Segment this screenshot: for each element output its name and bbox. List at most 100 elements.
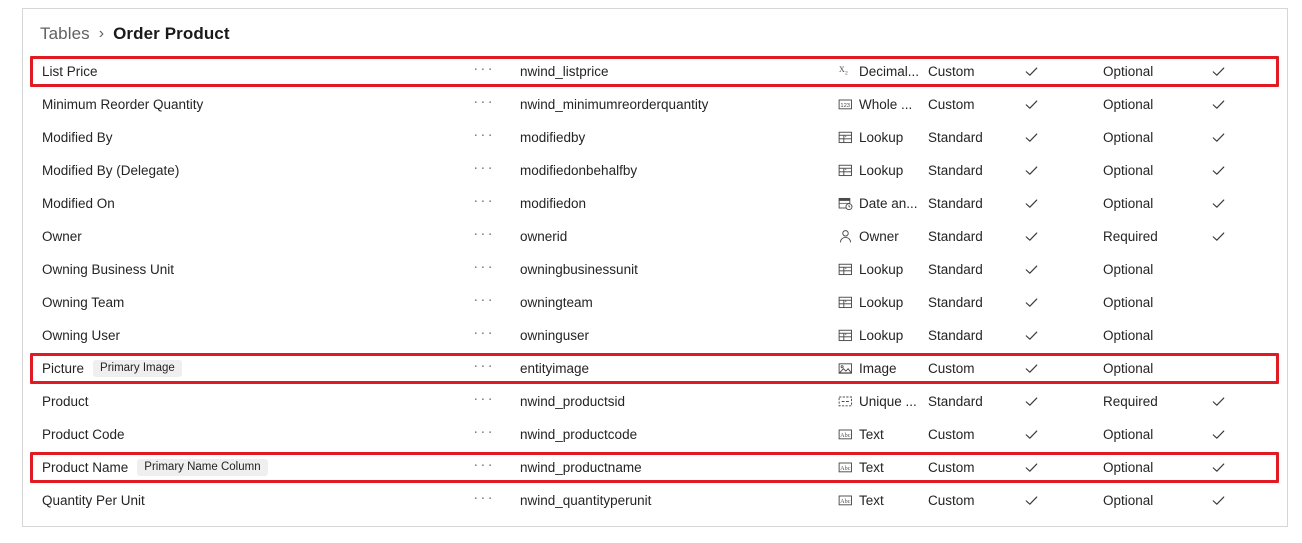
cell-searchable [1200, 262, 1260, 277]
checkmark-icon [1024, 295, 1039, 310]
cell-display-name[interactable]: Owning Business Unit [23, 262, 448, 277]
cell-display-name[interactable]: Product [23, 394, 448, 409]
cell-logical-name: entityimage [520, 361, 838, 376]
cell-display-name[interactable]: Quantity Per Unit [23, 493, 448, 508]
more-horizontal-icon: ··· [473, 291, 495, 308]
column-data-type-label: Whole ... [859, 97, 913, 112]
cell-display-name[interactable]: Owning Team [23, 295, 448, 310]
cell-display-name[interactable]: Modified By (Delegate) [23, 163, 448, 178]
cell-type: Custom [928, 97, 1013, 112]
table-row[interactable]: Product Code ··· nwind_productcode Abc Text C… [23, 418, 1287, 451]
cell-customizable [1013, 130, 1103, 145]
column-data-type-label: Text [859, 460, 884, 475]
cell-data-type: Abc Text [838, 460, 928, 475]
column-logical-name: modifiedon [520, 196, 587, 211]
row-more-options-button[interactable]: ··· [448, 291, 520, 310]
row-more-options-button[interactable]: ··· [448, 258, 520, 277]
row-more-options-button[interactable]: ··· [448, 226, 520, 244]
cell-type: Standard [928, 163, 1013, 178]
cell-display-name[interactable]: Picture Primary Image [23, 359, 448, 378]
row-more-options-button[interactable]: ··· [448, 325, 520, 343]
column-required-label: Optional [1103, 97, 1154, 112]
cell-required-level: Required [1103, 229, 1200, 244]
lookup-icon: * [838, 295, 853, 310]
cell-data-type: * Lookup [838, 130, 928, 145]
cell-type: Custom [928, 64, 1013, 79]
table-row[interactable]: Owner ··· ownerid Owner Standard Required [23, 220, 1287, 253]
column-display-name: Quantity Per Unit [42, 493, 145, 508]
cell-data-type: Abc Text [838, 493, 928, 508]
row-more-options-button[interactable]: ··· [448, 127, 520, 145]
cell-display-name[interactable]: Owner [23, 229, 448, 244]
column-data-type-label: Decimal... [859, 64, 920, 79]
more-horizontal-icon: ··· [473, 423, 495, 440]
row-more-options-button[interactable]: ··· [448, 390, 520, 409]
column-logical-name: nwind_listprice [520, 64, 609, 79]
more-horizontal-icon: ··· [473, 93, 495, 110]
row-more-options-button[interactable]: ··· [448, 193, 520, 211]
column-data-type-label: Date an... [859, 196, 918, 211]
cell-display-name[interactable]: Product Code [23, 427, 448, 442]
cell-customizable [1013, 163, 1103, 178]
column-data-type-label: Unique ... [859, 394, 917, 409]
cell-type: Standard [928, 130, 1013, 145]
cell-required-level: Optional [1103, 262, 1200, 277]
cell-display-name[interactable]: Modified By [23, 130, 448, 145]
cell-display-name[interactable]: Modified On [23, 196, 448, 211]
table-row[interactable]: Modified By (Delegate) ··· modifiedonbehal… [23, 154, 1287, 187]
cell-type: Custom [928, 493, 1013, 508]
more-horizontal-icon: ··· [473, 456, 495, 473]
row-more-options-button[interactable]: ··· [448, 160, 520, 178]
table-row[interactable]: Product Name Primary Name Column ··· nwind_… [23, 451, 1287, 484]
table-row[interactable]: Owning Team ··· owningteam * Lookup Standard O… [23, 286, 1287, 319]
cell-searchable [1200, 394, 1260, 409]
column-type-label: Standard [928, 130, 983, 145]
table-row[interactable]: Quantity Per Unit ··· nwind_quantityperuni… [23, 484, 1287, 517]
cell-logical-name: nwind_listprice [520, 64, 838, 79]
text-icon: Abc [838, 460, 853, 475]
table-row[interactable]: Modified On ··· modifiedon Date an... Standa… [23, 187, 1287, 220]
more-horizontal-icon: ··· [473, 357, 495, 374]
table-row[interactable]: Owning User ··· owninguser * Lookup Standard O… [23, 319, 1287, 352]
table-row[interactable]: Picture Primary Image ··· entityimage Image C… [23, 352, 1287, 385]
cell-searchable [1200, 97, 1260, 112]
column-type-label: Standard [928, 295, 983, 310]
breadcrumb-separator-icon: › [98, 25, 105, 42]
breadcrumb-item-tables[interactable]: Tables [40, 24, 90, 44]
checkmark-icon [1211, 460, 1226, 475]
table-row[interactable]: Modified By ··· modifiedby * Lookup Standard O… [23, 121, 1287, 154]
row-more-options-button[interactable]: ··· [448, 456, 520, 475]
row-more-options-button[interactable]: ··· [448, 61, 520, 79]
cell-required-level: Optional [1103, 460, 1200, 475]
cell-display-name[interactable]: Minimum Reorder Quantity [23, 97, 448, 112]
row-more-options-button[interactable]: ··· [448, 489, 520, 508]
cell-searchable [1200, 328, 1260, 343]
table-row[interactable]: Owning Business Unit ··· owningbusinessuni… [23, 253, 1287, 286]
more-horizontal-icon: ··· [473, 489, 495, 506]
table-row[interactable]: List Price ··· nwind_listprice X 2 Decimal...… [23, 55, 1287, 88]
column-required-label: Optional [1103, 427, 1154, 442]
row-more-options-button[interactable]: ··· [448, 423, 520, 442]
row-more-options-button[interactable]: ··· [448, 357, 520, 376]
cell-display-name[interactable]: List Price [23, 64, 448, 79]
checkmark-icon [1024, 130, 1039, 145]
cell-customizable [1013, 97, 1103, 112]
row-more-options-button[interactable]: ··· [448, 93, 520, 112]
cell-display-name[interactable]: Product Name Primary Name Column [23, 458, 448, 477]
table-row[interactable]: Product ··· nwind_productsid Unique ... Stan… [23, 385, 1287, 418]
cell-type: Custom [928, 460, 1013, 475]
whole-number-icon: 123 [838, 97, 853, 112]
column-display-name: List Price [42, 64, 98, 79]
svg-text:*: * [845, 299, 847, 304]
more-horizontal-icon: ··· [473, 258, 495, 275]
cell-display-name[interactable]: Owning User [23, 328, 448, 343]
column-data-type-label: Lookup [859, 163, 904, 178]
cell-data-type: Owner [838, 229, 928, 244]
checkmark-icon [1211, 97, 1226, 112]
cell-customizable [1013, 64, 1103, 79]
cell-data-type: * Lookup [838, 163, 928, 178]
cell-customizable [1013, 427, 1103, 442]
table-row[interactable]: Minimum Reorder Quantity ··· nwind_minimum… [23, 88, 1287, 121]
column-required-label: Optional [1103, 493, 1154, 508]
more-horizontal-icon: ··· [473, 390, 495, 407]
